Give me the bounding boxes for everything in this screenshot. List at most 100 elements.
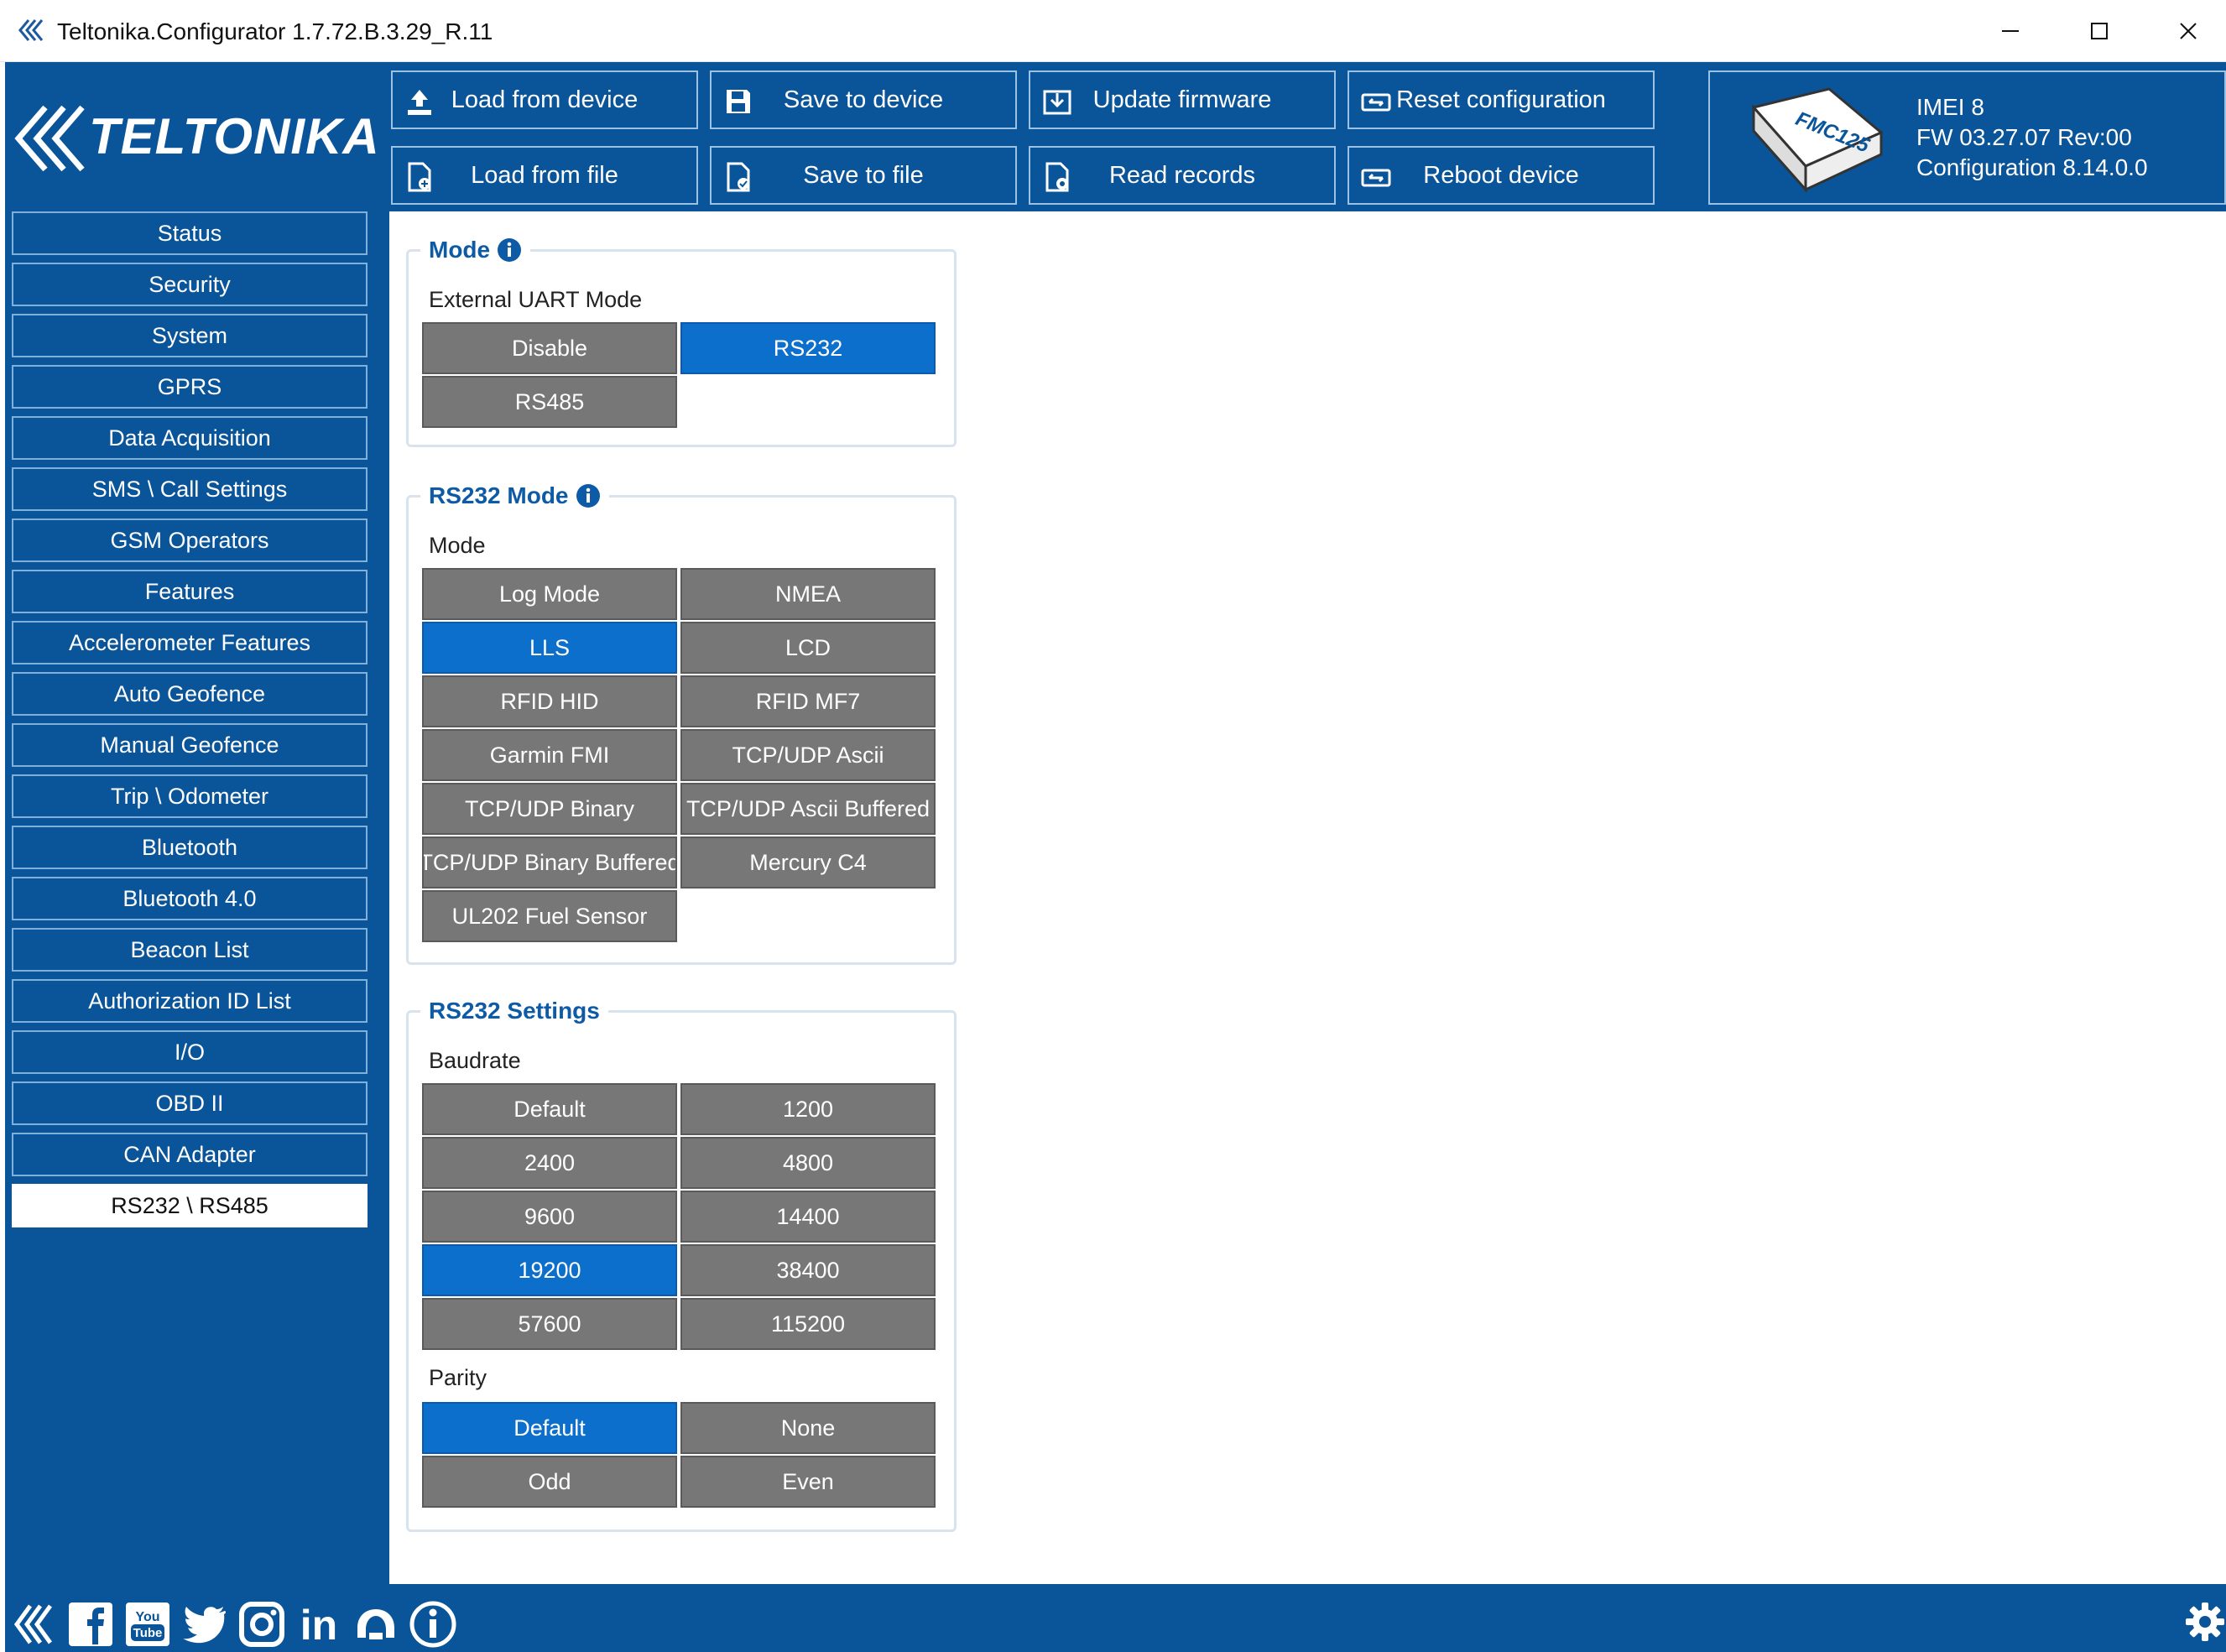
rs232-settings-group-header: RS232 Settings — [420, 994, 608, 1028]
settings-gear-icon[interactable] — [2184, 1601, 2226, 1643]
parity-label: Parity — [429, 1365, 487, 1390]
option-rs485[interactable]: RS485 — [422, 376, 677, 428]
option-tcp-udp-ascii[interactable]: TCP/UDP Ascii — [680, 729, 936, 781]
baudrate-option-default[interactable]: Default — [422, 1083, 677, 1135]
svg-text:in: in — [300, 1602, 337, 1648]
reboot-device-button[interactable]: Reboot device — [1348, 146, 1655, 205]
sidebar-item-features[interactable]: Features — [12, 570, 368, 613]
sidebar-item-gsm-operators[interactable]: GSM Operators — [12, 519, 368, 562]
device-configuration: Configuration 8.14.0.0 — [1916, 154, 2148, 180]
baudrate-option-9600[interactable]: 9600 — [422, 1191, 677, 1243]
save-to-device-button[interactable]: Save to device — [710, 70, 1017, 129]
baudrate-option-14400[interactable]: 14400 — [680, 1191, 936, 1243]
option-rs232[interactable]: RS232 — [680, 322, 936, 374]
option-lcd[interactable]: LCD — [680, 622, 936, 674]
linkedin-icon[interactable]: in — [295, 1601, 342, 1648]
sidebar-item-authorization-id-list[interactable]: Authorization ID List — [12, 979, 368, 1023]
parity-option-none[interactable]: None — [680, 1402, 936, 1454]
maximize-button[interactable] — [2055, 0, 2144, 62]
baudrate-option-38400[interactable]: 38400 — [680, 1244, 936, 1296]
sidebar-item-manual-geofence[interactable]: Manual Geofence — [12, 723, 368, 767]
option-rfid-mf7[interactable]: RFID MF7 — [680, 675, 936, 727]
sidebar-item-trip-odometer[interactable]: Trip \ Odometer — [12, 774, 368, 818]
sidebar-item-sms-call-settings[interactable]: SMS \ Call Settings — [12, 467, 368, 511]
parity-option-even[interactable]: Even — [680, 1456, 936, 1508]
option-disable[interactable]: Disable — [422, 322, 677, 374]
sidebar-item-bluetooth[interactable]: Bluetooth — [12, 826, 368, 869]
window-title: Teltonika.Configurator 1.7.72.B.3.29_R.1… — [57, 18, 493, 44]
rs232-mode-group-header: RS232 Mode — [420, 479, 609, 513]
parity-option-odd[interactable]: Odd — [422, 1456, 677, 1508]
sidebar-item-data-acquisition[interactable]: Data Acquisition — [12, 416, 368, 460]
save-to-file-button[interactable]: Save to file — [710, 146, 1017, 205]
mode-group-title: Mode — [429, 237, 491, 263]
load-from-device-button[interactable]: Load from device — [391, 70, 698, 129]
option-nmea[interactable]: NMEA — [680, 568, 936, 620]
baudrate-option-4800[interactable]: 4800 — [680, 1137, 936, 1189]
device-info-panel: FMC125 IMEI 8 FW 03.27.07 Rev:00 Configu… — [1708, 70, 2226, 205]
file-add-icon — [408, 162, 431, 192]
option-log-mode[interactable]: Log Mode — [422, 568, 677, 620]
parity-option-default[interactable]: Default — [422, 1402, 677, 1454]
teltonika-icon[interactable] — [12, 1601, 59, 1648]
option-lls[interactable]: LLS — [422, 622, 677, 674]
sidebar-item-bluetooth-4[interactable]: Bluetooth 4.0 — [12, 877, 368, 920]
sidebar-item-io[interactable]: I/O — [12, 1030, 368, 1074]
option-tcp-udp-ascii-buffered[interactable]: TCP/UDP Ascii Buffered — [680, 783, 936, 835]
save-to-device-label: Save to device — [783, 86, 944, 113]
update-firmware-button[interactable]: Update firmware — [1029, 70, 1336, 129]
read-records-button[interactable]: Read records — [1029, 146, 1336, 205]
records-icon — [1045, 162, 1069, 192]
sidebar-item-accelerometer-features[interactable]: Accelerometer Features — [12, 621, 368, 664]
sidebar-item-auto-geofence[interactable]: Auto Geofence — [12, 672, 368, 716]
option-rfid-hid[interactable]: RFID HID — [422, 675, 677, 727]
option-garmin-fmi[interactable]: Garmin FMI — [422, 729, 677, 781]
load-from-file-button[interactable]: Load from file — [391, 146, 698, 205]
reset-configuration-button[interactable]: Reset configuration — [1348, 70, 1655, 129]
sidebar-item-rs232-rs485[interactable]: RS232 \ RS485 — [12, 1184, 368, 1227]
sidebar-item-system[interactable]: System — [12, 314, 368, 357]
info-icon[interactable] — [497, 237, 522, 263]
file-save-icon — [727, 162, 750, 192]
close-window-button[interactable] — [2144, 0, 2226, 62]
option-tcp-udp-binary-buffered[interactable]: TCP/UDP Binary Buffered — [422, 836, 677, 889]
instagram-icon[interactable] — [238, 1601, 285, 1648]
baudrate-label: Baudrate — [429, 1048, 521, 1073]
device-image: FMC125 — [1751, 87, 1884, 193]
save-to-file-label: Save to file — [803, 161, 924, 189]
baudrate-option-1200[interactable]: 1200 — [680, 1083, 936, 1135]
device-imei: IMEI 8 — [1916, 94, 1984, 120]
baudrate-option-57600[interactable]: 57600 — [422, 1298, 677, 1350]
sidebar-item-can-adapter[interactable]: CAN Adapter — [12, 1133, 368, 1176]
baudrate-option-115200[interactable]: 115200 — [680, 1298, 936, 1350]
option-tcp-udp-binary[interactable]: TCP/UDP Binary — [422, 783, 677, 835]
sidebar-item-beacon-list[interactable]: Beacon List — [12, 928, 368, 972]
update-firmware-label: Update firmware — [1092, 86, 1272, 113]
sidebar-item-status[interactable]: Status — [12, 211, 368, 255]
teltonika-logo-icon — [14, 105, 85, 172]
rs232-settings-group: RS232 Settings Baudrate Default 1200 240… — [406, 994, 957, 1532]
support-chat-icon[interactable] — [352, 1601, 399, 1648]
teltonika-app-icon — [18, 19, 44, 41]
option-mercury-c4[interactable]: Mercury C4 — [680, 836, 936, 889]
twitter-icon[interactable] — [181, 1601, 228, 1648]
upload-icon — [408, 90, 431, 115]
reboot-icon — [1361, 169, 1391, 187]
info-icon[interactable] — [576, 483, 601, 508]
youtube-icon[interactable]: You Tube — [124, 1601, 171, 1648]
option-ul202-fuel-sensor[interactable]: UL202 Fuel Sensor — [422, 890, 677, 942]
mode-group: Mode External UART Mode Disable RS232 RS… — [406, 233, 957, 447]
teltonika-logo: TELTONIKA — [5, 62, 384, 211]
sidebar-item-gprs[interactable]: GPRS — [12, 365, 368, 409]
baudrate-option-2400[interactable]: 2400 — [422, 1137, 677, 1189]
info-icon[interactable] — [409, 1601, 456, 1648]
sidebar-item-obd-ii[interactable]: OBD II — [12, 1081, 368, 1125]
baudrate-option-19200[interactable]: 19200 — [422, 1244, 677, 1296]
read-records-label: Read records — [1108, 161, 1256, 189]
svg-text:Tube: Tube — [133, 1626, 163, 1640]
facebook-icon[interactable] — [67, 1601, 114, 1648]
mode-group-header: Mode — [420, 233, 531, 267]
sidebar-item-security[interactable]: Security — [12, 263, 368, 306]
device-firmware: FW 03.27.07 Rev:00 — [1916, 124, 2132, 150]
minimize-button[interactable] — [1966, 0, 2055, 62]
